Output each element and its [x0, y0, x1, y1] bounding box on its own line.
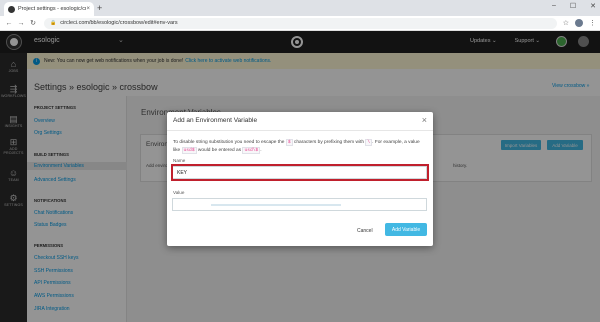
- maximize-icon[interactable]: ☐: [570, 2, 576, 10]
- window-controls: – ☐ ✕: [552, 2, 596, 10]
- minimize-icon[interactable]: –: [552, 2, 556, 10]
- new-tab-button[interactable]: +: [97, 2, 102, 14]
- help-code: usd$: [181, 146, 197, 154]
- value-input[interactable]: [172, 198, 427, 211]
- browser-tab-bar: Project settings - esologic/crossbow × +…: [0, 0, 600, 16]
- value-label: Value: [173, 190, 185, 195]
- bookmark-star-icon[interactable]: ☆: [563, 19, 569, 27]
- profile-avatar-icon[interactable]: [575, 19, 583, 27]
- tab-close-icon[interactable]: ×: [86, 6, 90, 12]
- url-text: circleci.com/bb/esologic/crossbow/edit#e…: [60, 20, 178, 26]
- dialog-divider: [167, 130, 433, 131]
- reload-icon[interactable]: ↻: [28, 19, 38, 27]
- highlight-box: [171, 164, 429, 181]
- cancel-button[interactable]: Cancel: [357, 228, 373, 234]
- submit-add-variable-button[interactable]: Add Variable: [385, 223, 427, 236]
- help-text: .: [260, 147, 262, 153]
- help-text: characters by prefixing them with: [293, 140, 365, 145]
- help-text: would be entered as: [197, 147, 242, 153]
- address-bar-row: ← → ↻ 🔒 circleci.com/bb/esologic/crossbo…: [0, 16, 600, 31]
- url-field[interactable]: 🔒 circleci.com/bb/esologic/crossbow/edit…: [44, 17, 557, 29]
- redacted-value: [211, 204, 341, 206]
- back-icon[interactable]: ←: [4, 20, 14, 27]
- name-label: Name: [173, 158, 186, 163]
- close-icon[interactable]: ×: [422, 115, 427, 125]
- dialog-title: Add an Environment Variable: [173, 117, 258, 124]
- help-text: To disable string substitution you need …: [173, 140, 285, 145]
- help-text: . For example,: [372, 140, 403, 145]
- add-env-var-dialog: Add an Environment Variable × To disable…: [167, 112, 433, 246]
- close-window-icon[interactable]: ✕: [590, 2, 596, 10]
- circleci-favicon-icon: [8, 5, 15, 13]
- tab-title: Project settings - esologic/crossbow: [18, 6, 86, 12]
- browser-tab[interactable]: Project settings - esologic/crossbow ×: [4, 2, 94, 16]
- browser-menu-icon[interactable]: ⋮: [589, 19, 596, 27]
- help-code: usd\$: [242, 146, 261, 154]
- help-code: $: [285, 139, 293, 146]
- forward-icon[interactable]: →: [16, 20, 26, 27]
- dialog-help-text: To disable string substitution you need …: [173, 139, 428, 154]
- lock-icon: 🔒: [50, 20, 57, 26]
